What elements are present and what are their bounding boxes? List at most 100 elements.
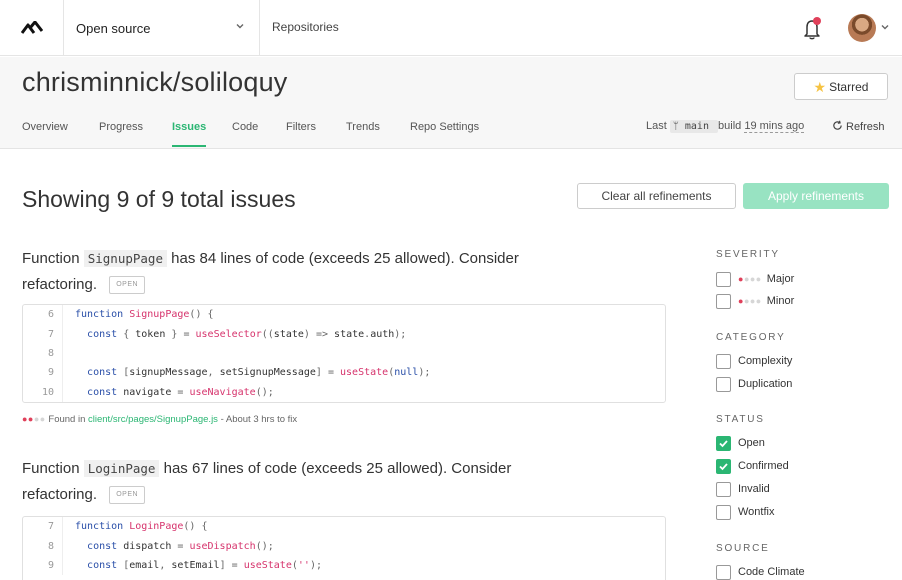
refresh-button[interactable]: Refresh [832, 120, 885, 133]
apply-refinements-button[interactable]: Apply refinements [743, 183, 889, 209]
branch-icon: ᛘ [672, 121, 679, 132]
active-tab-indicator [172, 145, 206, 147]
refresh-label: Refresh [846, 121, 885, 133]
line-number: 7 [23, 324, 63, 344]
code-line: 7 function LoginPage() { [23, 517, 665, 537]
issue-prefix: Function [22, 460, 80, 477]
refresh-icon [833, 120, 842, 130]
check-icon [719, 462, 728, 470]
checkbox-checked[interactable] [716, 458, 731, 474]
clear-refinements-button[interactable]: Clear all refinements [577, 183, 736, 209]
chevron-down-icon[interactable] [880, 22, 890, 32]
severity-heading: SEVERITY [716, 249, 780, 260]
branch-tag: ᛘ main [669, 120, 719, 133]
severity-dots-icon: ●●●● [738, 296, 762, 306]
starred-label: Starred [829, 79, 869, 94]
severity-dots-icon: ●●●● [738, 274, 762, 284]
code-line: 6 function SignupPage() { [23, 305, 665, 325]
fix-estimate: - About 3 hrs to fix [220, 414, 298, 425]
filter-source-code-climate[interactable]: Code Climate [716, 564, 805, 580]
checkbox[interactable] [716, 293, 731, 309]
bell-icon [804, 17, 821, 40]
code-line: 9 const [signupMessage, setSignupMessage… [23, 363, 665, 383]
repositories-link[interactable]: Repositories [272, 20, 339, 34]
notifications-button[interactable] [800, 15, 824, 41]
issue-location: ●●●● Found in client/src/pages/SignupPag… [22, 414, 297, 425]
branch-name: main [684, 121, 709, 132]
found-prefix: Found in [48, 414, 86, 425]
filter-severity-minor[interactable]: ●●●● Minor [716, 293, 794, 309]
tab-overview[interactable]: Overview [22, 121, 68, 133]
notification-dot-icon [813, 17, 821, 25]
severity-dots-icon: ●●●● [22, 414, 46, 424]
line-number: 8 [23, 536, 63, 556]
org-select-label: Open source [76, 20, 151, 36]
code-line: 10 const navigate = useNavigate(); [23, 382, 665, 402]
filter-label: Major [766, 273, 795, 285]
line-number: 9 [23, 555, 63, 576]
avatar[interactable] [848, 14, 876, 42]
code-line: 9 const [email, setEmail] = useState('')… [23, 555, 665, 576]
checkbox[interactable] [716, 271, 731, 287]
filter-status-invalid[interactable]: Invalid [716, 481, 770, 497]
filter-severity-major[interactable]: ●●●● Major [716, 271, 794, 287]
build-info: Last ᛘ main build 19 mins ago [646, 120, 805, 133]
issue-prefix: Function [22, 250, 80, 267]
file-path-link[interactable]: client/src/pages/SignupPage.js [88, 414, 218, 425]
issue-title[interactable]: Function LoginPage has 67 lines of code … [22, 456, 672, 508]
org-select-dropdown[interactable]: Open source [64, 0, 260, 56]
category-heading: CATEGORY [716, 332, 786, 343]
checkbox[interactable] [716, 353, 731, 369]
line-number: 8 [23, 343, 63, 364]
issue-description-end: refactoring. [22, 486, 98, 503]
line-number: 9 [23, 363, 63, 383]
checkbox-checked[interactable] [716, 435, 731, 451]
filter-label: Open [738, 437, 765, 449]
code-line: 7 const { token } = useSelector((state) … [23, 324, 665, 344]
filter-label: Invalid [738, 483, 770, 495]
filter-status-confirmed[interactable]: Confirmed [716, 458, 789, 474]
tab-trends[interactable]: Trends [346, 121, 380, 133]
issue-description: has 84 lines of code (exceeds 25 allowed… [171, 250, 519, 267]
build-prefix: Last [646, 120, 667, 132]
filter-status-wontfix[interactable]: Wontfix [716, 504, 774, 520]
checkbox[interactable] [716, 504, 731, 520]
starred-button[interactable]: ★ Starred [794, 73, 888, 100]
top-navigation-bar: Open source Repositories [0, 0, 902, 56]
filter-category-duplication[interactable]: Duplication [716, 376, 792, 392]
source-heading: SOURCE [716, 543, 770, 554]
filter-label: Confirmed [738, 460, 789, 472]
filter-label: Duplication [738, 378, 793, 390]
chevron-down-icon [236, 24, 244, 29]
check-icon [719, 439, 728, 447]
issue-function-name: SignupPage [83, 250, 167, 267]
codeclimate-logo-icon [20, 21, 43, 34]
code-snippet: 6 function SignupPage() { 7 const { token… [22, 304, 666, 403]
star-icon: ★ [813, 78, 827, 95]
status-badge: OPEN [109, 276, 146, 294]
filter-label: Complexity [738, 355, 793, 367]
code-line: 8 const dispatch = useDispatch(); [23, 536, 665, 556]
logo[interactable] [0, 0, 64, 56]
checkbox[interactable] [716, 564, 731, 580]
tab-issues[interactable]: Issues [172, 121, 206, 133]
issue-title[interactable]: Function SignupPage has 84 lines of code… [22, 246, 672, 298]
tab-progress[interactable]: Progress [99, 121, 143, 133]
build-time[interactable]: 19 mins ago [744, 120, 805, 133]
checkbox[interactable] [716, 376, 731, 392]
tab-filters[interactable]: Filters [286, 121, 316, 133]
status-badge: OPEN [109, 486, 146, 504]
issues-count-heading: Showing 9 of 9 total issues [22, 186, 296, 212]
filter-label: Wontfix [738, 506, 775, 518]
line-number: 6 [23, 305, 63, 325]
filter-category-complexity[interactable]: Complexity [716, 353, 792, 369]
filter-status-open[interactable]: Open [716, 435, 765, 451]
checkbox[interactable] [716, 481, 731, 497]
status-heading: STATUS [716, 414, 765, 425]
line-number: 10 [23, 382, 63, 402]
filter-label: Minor [766, 295, 795, 307]
tab-repo-settings[interactable]: Repo Settings [410, 121, 479, 133]
issue-function-name: LoginPage [83, 460, 160, 477]
issue-description-end: refactoring. [22, 276, 98, 293]
tab-code[interactable]: Code [232, 121, 258, 133]
